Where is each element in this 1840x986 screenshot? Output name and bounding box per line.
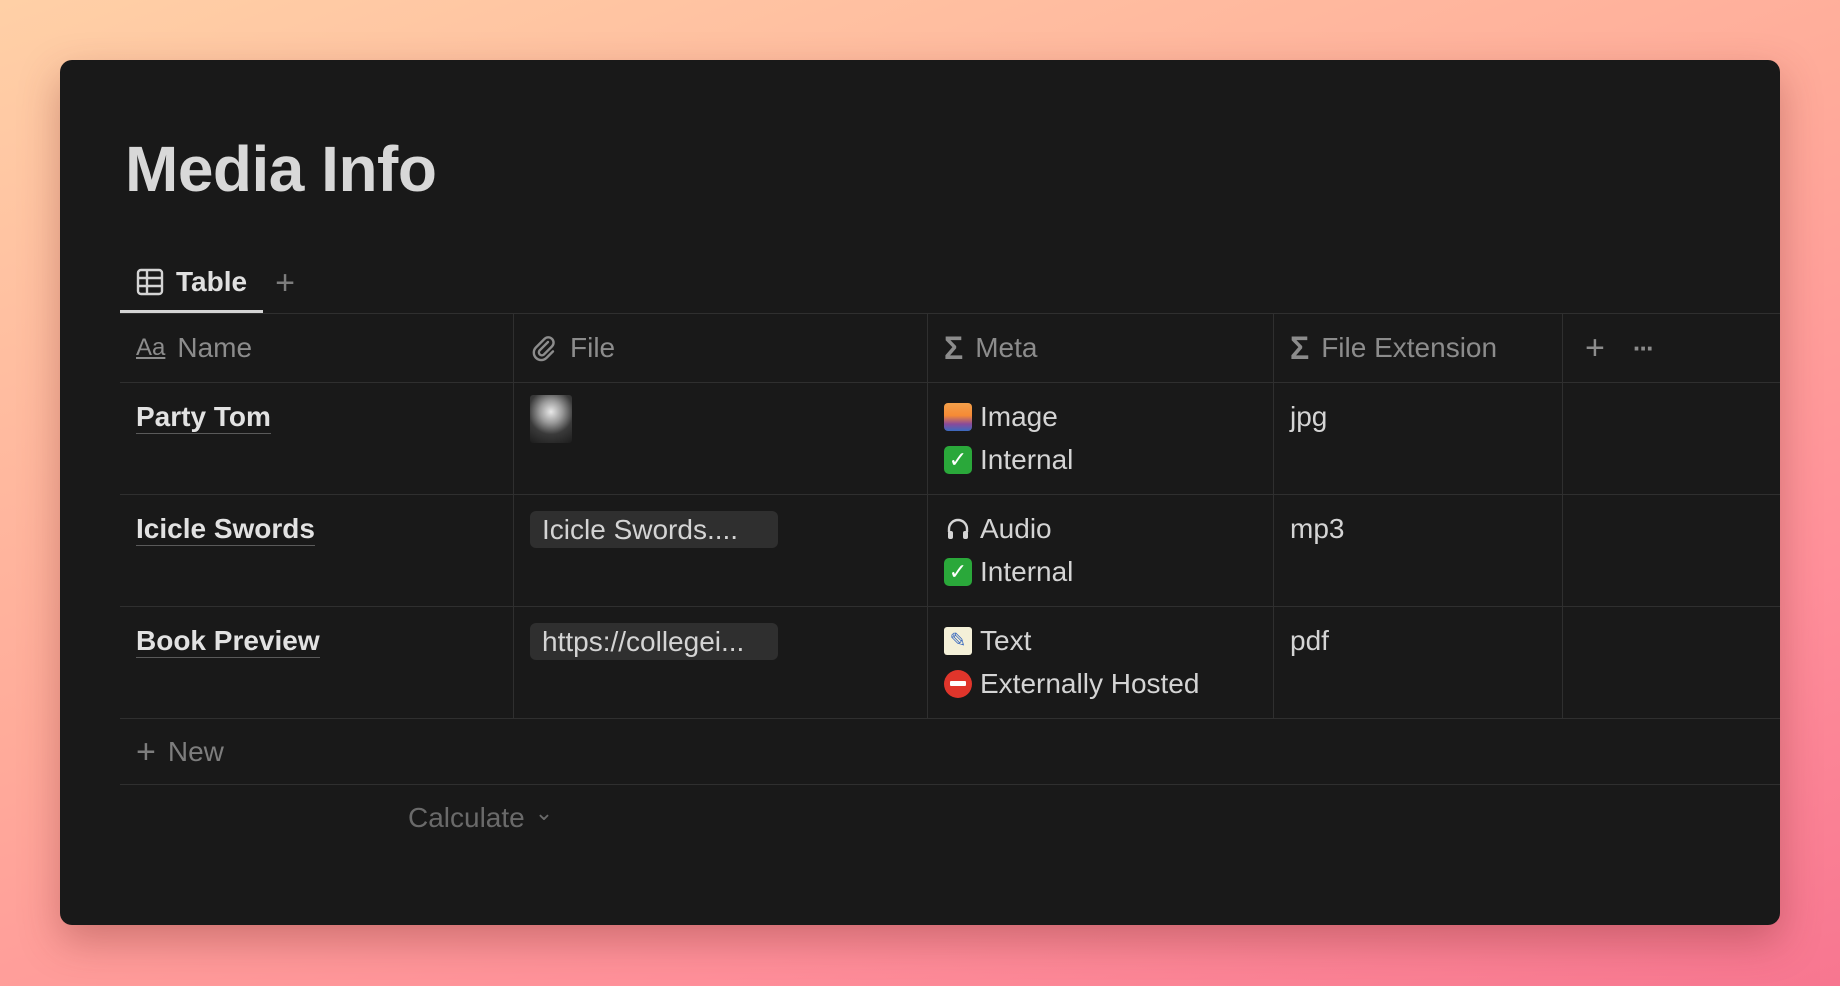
add-property-icon[interactable]: + [1585, 329, 1605, 368]
name-cell[interactable]: Book Preview [120, 607, 514, 718]
check-emoji-icon: ✓ [944, 557, 972, 586]
tab-table[interactable]: Table [120, 253, 264, 313]
text-type-icon: Aa [136, 334, 166, 361]
add-view-icon[interactable]: + [275, 266, 295, 300]
more-options-icon[interactable]: ··· [1633, 333, 1655, 364]
name-cell[interactable]: Party Tom [120, 383, 514, 494]
extension-cell: jpg [1274, 383, 1563, 494]
meta-text: Audio [980, 512, 1052, 544]
meta-line: Image [944, 395, 1257, 438]
file-cell[interactable]: https://collegei... [514, 607, 928, 718]
calculate-row: Calculate ⌄ [120, 785, 1780, 851]
column-label: Meta [975, 332, 1038, 363]
name-cell[interactable]: Icicle Swords [120, 495, 514, 606]
media-info-window: Media Info Table + Aa Name File Σ Meta Σ… [60, 60, 1780, 925]
meta-cell: Image ✓ Internal [928, 383, 1274, 494]
row-name[interactable]: Icicle Swords [136, 513, 315, 546]
row-name[interactable]: Party Tom [136, 401, 271, 434]
extension-text: jpg [1290, 401, 1328, 432]
column-label: File Extension [1321, 332, 1498, 363]
extension-cell: pdf [1274, 607, 1563, 718]
meta-cell: Audio ✓ Internal [928, 495, 1274, 606]
headphones-emoji-icon [944, 515, 972, 543]
formula-icon: Σ [944, 329, 964, 366]
file-chip[interactable]: Icicle Swords.... [530, 511, 778, 548]
column-header-name[interactable]: Aa Name [120, 314, 514, 382]
meta-line: Externally Hosted [944, 662, 1257, 705]
file-thumbnail[interactable] [530, 395, 572, 443]
extension-text: pdf [1290, 625, 1329, 656]
no-entry-emoji-icon [944, 669, 972, 698]
column-header-meta[interactable]: Σ Meta [928, 314, 1274, 382]
header-actions: + ··· [1563, 314, 1780, 382]
meta-text: Externally Hosted [980, 667, 1200, 699]
page-title: Media Info [125, 133, 437, 205]
column-label: Name [177, 332, 253, 363]
column-header-file[interactable]: File [514, 314, 928, 382]
table-row[interactable]: Party Tom Image ✓ Internal jpg [120, 383, 1780, 495]
meta-cell: ✎ Text Externally Hosted [928, 607, 1274, 718]
meta-text: Internal [980, 555, 1074, 587]
chevron-down-icon: ⌄ [534, 800, 554, 825]
paperclip-icon [530, 334, 558, 362]
media-table: Aa Name File Σ Meta Σ File Extension + ·… [120, 313, 1780, 851]
plus-icon: + [136, 732, 156, 771]
calculate-button[interactable]: Calculate [408, 802, 525, 834]
meta-line: ✎ Text [944, 619, 1257, 662]
empty-cell [1563, 383, 1780, 494]
new-row-button[interactable]: + New [120, 719, 1780, 785]
meta-text: Image [980, 400, 1058, 432]
column-label: File [570, 332, 616, 363]
meta-line: Audio [944, 507, 1257, 550]
meta-line: ✓ Internal [944, 438, 1257, 481]
file-cell[interactable]: Icicle Swords.... [514, 495, 928, 606]
meta-line: ✓ Internal [944, 550, 1257, 593]
check-emoji-icon: ✓ [944, 445, 972, 474]
file-chip[interactable]: https://collegei... [530, 623, 778, 660]
meta-text: Internal [980, 443, 1074, 475]
memo-emoji-icon: ✎ [944, 626, 972, 655]
file-cell[interactable] [514, 383, 928, 494]
extension-text: mp3 [1290, 513, 1345, 544]
empty-cell [1563, 495, 1780, 606]
empty-cell [1563, 607, 1780, 718]
tab-table-label: Table [176, 265, 248, 297]
extension-cell: mp3 [1274, 495, 1563, 606]
table-row[interactable]: Icicle Swords Icicle Swords.... Audio ✓ … [120, 495, 1780, 607]
row-name[interactable]: Book Preview [136, 625, 320, 658]
column-header-file-extension[interactable]: Σ File Extension [1274, 314, 1563, 382]
table-row[interactable]: Book Preview https://collegei... ✎ Text … [120, 607, 1780, 719]
table-header: Aa Name File Σ Meta Σ File Extension + ·… [120, 314, 1780, 383]
formula-icon: Σ [1290, 329, 1310, 366]
new-row-label: New [167, 735, 224, 767]
table-icon [136, 268, 164, 296]
image-emoji-icon [944, 402, 972, 431]
meta-text: Text [980, 624, 1032, 656]
view-tabs: Table + [120, 253, 295, 313]
